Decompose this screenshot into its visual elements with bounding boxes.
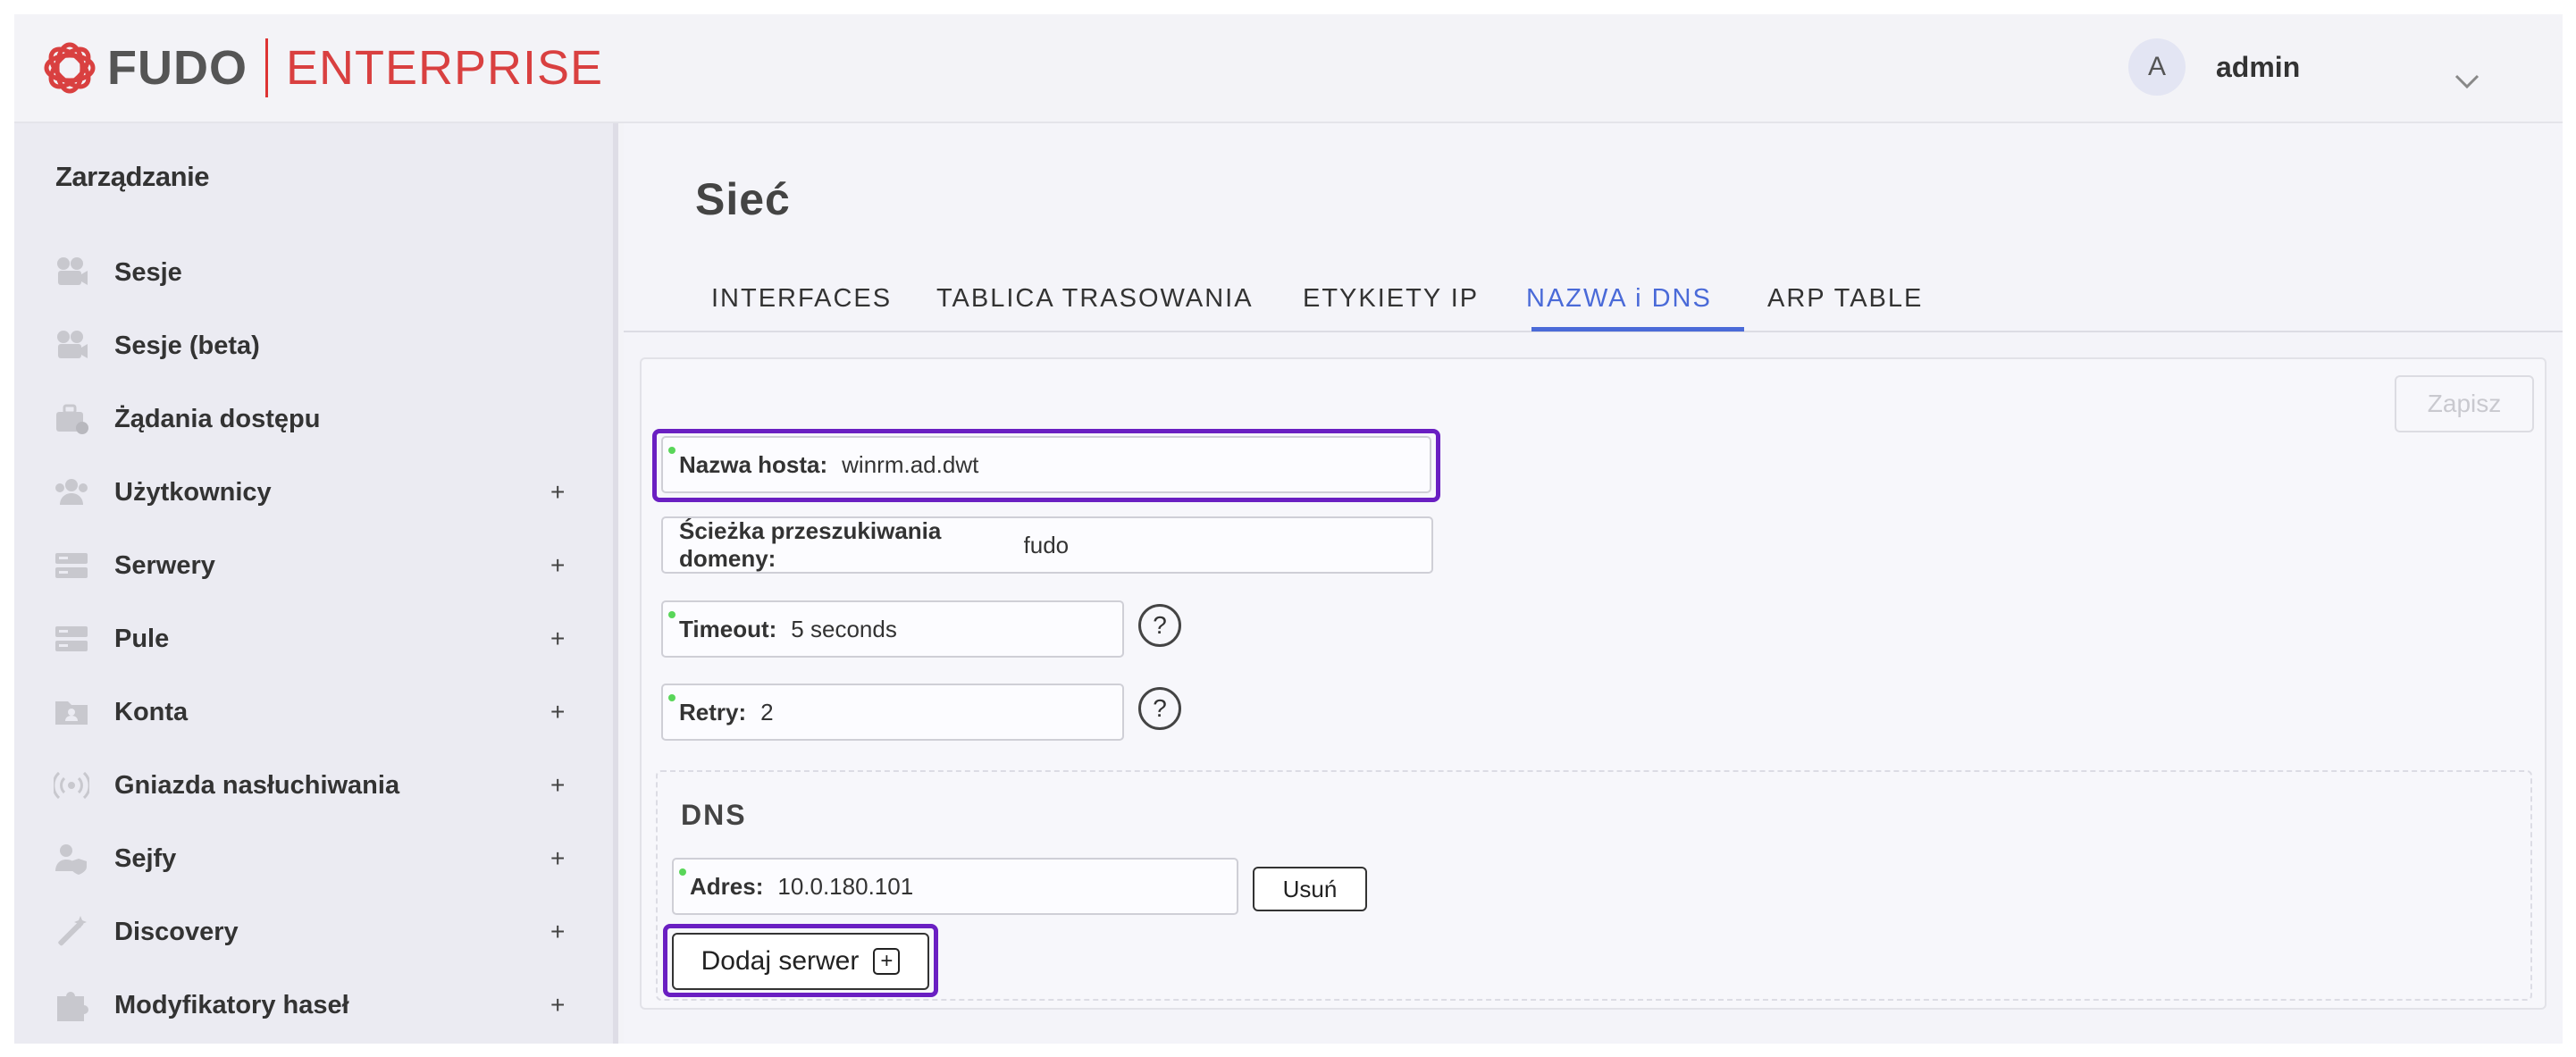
sidebar-item-label: Sesje (beta)	[114, 331, 260, 360]
sidebar-title: Zarządzanie	[55, 161, 209, 192]
retry-help-icon[interactable]: ?	[1138, 687, 1181, 730]
add-server-button[interactable]: Dodaj serwer +	[672, 933, 929, 990]
sidebar-item-sesje-beta[interactable]: Sesje (beta)	[14, 309, 613, 382]
plus-square-icon: +	[873, 948, 901, 975]
sidebar-item-label: Serwery	[114, 550, 215, 580]
dns-address-label: Adres:	[690, 872, 764, 900]
sidebar-item-label: Pule	[114, 624, 170, 653]
sidebar-item-label: Użytkownicy	[114, 477, 272, 507]
sidebar-item-label: Konta	[114, 697, 189, 726]
user-name[interactable]: admin	[2216, 51, 2300, 84]
retry-input[interactable]	[760, 698, 1027, 726]
timeout-input[interactable]	[791, 615, 1057, 643]
page-title: Sieć	[695, 174, 791, 224]
expand-icon[interactable]: +	[550, 844, 565, 873]
tab-tablica-trasowania[interactable]: TABLICA TRASOWANIA	[936, 275, 1254, 332]
sidebar-item-label: Sesje	[114, 257, 182, 287]
sidebar-item-konta[interactable]: Konta +	[14, 675, 613, 749]
sidebar-item-label: Żądania dostępu	[114, 404, 321, 433]
sidebar: Zarządzanie Sesje Sesje (beta) Żądania d…	[14, 123, 618, 1044]
tab-etykiety-ip[interactable]: ETYKIETY IP	[1303, 275, 1479, 332]
puzzle-icon	[57, 992, 88, 1021]
brand-divider	[264, 38, 268, 97]
modified-indicator	[679, 868, 686, 876]
sidebar-item-discovery[interactable]: Discovery +	[14, 895, 613, 969]
sidebar-item-uzytkownicy[interactable]: Użytkownicy +	[14, 456, 613, 529]
search-domain-label: Ścieżka przeszukiwania domeny:	[679, 517, 942, 572]
user-menu[interactable]: A admin	[2128, 38, 2300, 96]
save-button[interactable]: Zapisz	[2395, 375, 2534, 432]
modified-indicator	[668, 611, 675, 618]
hostname-field[interactable]: Nazwa hosta:	[661, 436, 1431, 493]
account-folder-icon	[55, 701, 88, 725]
camera-icon	[57, 331, 88, 358]
sidebar-item-label: Discovery	[114, 917, 239, 946]
active-tab-indicator	[1531, 327, 1744, 331]
main-content: Sieć INTERFACES TABLICA TRASOWANIA ETYKI…	[624, 123, 2563, 1044]
fudo-logo-icon	[44, 42, 96, 94]
sidebar-item-pule[interactable]: Pule +	[14, 602, 613, 675]
briefcase-icon	[56, 404, 88, 434]
expand-icon[interactable]: +	[550, 551, 565, 580]
retry-field[interactable]: Retry:	[661, 684, 1124, 741]
tab-nazwa-i-dns[interactable]: NAZWA i DNS	[1526, 275, 1712, 332]
sidebar-item-gniazda-nasluchiwania[interactable]: Gniazda nasłuchiwania +	[14, 749, 613, 822]
remove-dns-button[interactable]: Usuń	[1253, 867, 1367, 911]
modified-indicator	[668, 694, 675, 701]
sidebar-item-label: Gniazda nasłuchiwania	[114, 770, 400, 800]
brand-edition: ENTERPRISE	[285, 41, 604, 95]
sidebar-item-sejfy[interactable]: Sejfy +	[14, 822, 613, 895]
camera-icon	[57, 257, 88, 285]
expand-icon[interactable]: +	[550, 918, 565, 946]
user-shield-icon	[55, 844, 87, 875]
add-server-label: Dodaj serwer	[701, 946, 860, 976]
sidebar-item-label: Sejfy	[114, 843, 177, 873]
hostname-input[interactable]	[842, 450, 1293, 479]
search-domain-input[interactable]	[1023, 531, 1431, 559]
server-icon	[55, 553, 88, 578]
dns-address-input[interactable]	[777, 872, 1106, 901]
expand-icon[interactable]: +	[550, 625, 565, 653]
chevron-down-icon[interactable]	[2454, 68, 2480, 95]
server-pool-icon	[55, 626, 88, 651]
timeout-field[interactable]: Timeout:	[661, 600, 1124, 658]
settings-panel: Zapisz Nazwa hosta: Ścieżka przeszukiwan…	[640, 357, 2547, 1010]
hostname-label: Nazwa hosta:	[679, 450, 828, 478]
timeout-label: Timeout:	[679, 615, 777, 642]
modified-indicator	[668, 447, 675, 454]
dns-address-field[interactable]: Adres:	[672, 858, 1238, 915]
dns-title: DNS	[681, 799, 747, 831]
avatar[interactable]: A	[2128, 38, 2186, 96]
retry-label: Retry:	[679, 698, 747, 726]
users-icon	[55, 479, 88, 505]
app-frame: FUDO ENTERPRISE A admin Zarządzanie Sesj…	[14, 14, 2563, 1044]
sidebar-item-sesje[interactable]: Sesje	[14, 236, 613, 309]
tab-arp-table[interactable]: ARP TABLE	[1767, 275, 1923, 332]
brand-logo[interactable]: FUDO ENTERPRISE	[41, 34, 603, 102]
brand-name: FUDO	[107, 41, 248, 95]
tab-interfaces[interactable]: INTERFACES	[711, 275, 892, 332]
broadcast-icon	[54, 771, 89, 800]
magic-wand-icon	[58, 916, 87, 946]
sidebar-item-modyfikatory-hasel[interactable]: Modyfikatory haseł +	[14, 969, 613, 1042]
dns-section: DNS Adres: Usuń Dodaj serwer +	[656, 770, 2532, 1001]
search-domain-field[interactable]: Ścieżka przeszukiwania domeny:	[661, 516, 1433, 574]
sidebar-item-zadania-dostepu[interactable]: Żądania dostępu	[14, 382, 613, 456]
sidebar-item-label: Modyfikatory haseł	[114, 990, 349, 1019]
sidebar-item-serwery[interactable]: Serwery +	[14, 529, 613, 602]
tab-bar: INTERFACES TABLICA TRASOWANIA ETYKIETY I…	[624, 275, 2563, 332]
expand-icon[interactable]: +	[550, 698, 565, 726]
timeout-help-icon[interactable]: ?	[1138, 604, 1181, 647]
expand-icon[interactable]: +	[550, 771, 565, 800]
expand-icon[interactable]: +	[550, 478, 565, 507]
top-bar: FUDO ENTERPRISE A admin	[14, 14, 2563, 123]
expand-icon[interactable]: +	[550, 991, 565, 1019]
